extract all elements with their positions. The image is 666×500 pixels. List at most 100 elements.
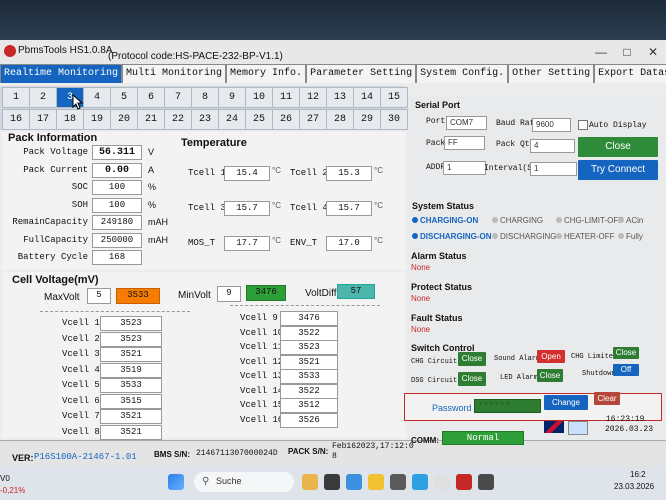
pack-select[interactable]: FF [444, 136, 485, 150]
pack-qty-select[interactable]: 4 [530, 139, 575, 153]
pack-row-value: 100 [92, 180, 142, 195]
cell-number-4[interactable]: 4 [83, 87, 111, 108]
cell-number-12[interactable]: 12 [299, 87, 327, 108]
cell-number-7[interactable]: 7 [164, 87, 192, 108]
monitor-bezel [0, 0, 666, 40]
system-status-header: System Status [412, 201, 475, 211]
maximize-icon[interactable]: □ [614, 40, 640, 64]
app-icon[interactable] [478, 474, 494, 490]
chg-circuit-button[interactable]: Close [458, 352, 486, 366]
min-volt-value: 3476 [246, 285, 286, 301]
start-icon[interactable] [168, 474, 184, 490]
temp-label: MOS_T [188, 238, 216, 248]
temp-value: 15.3 [326, 166, 372, 181]
protect-status-value: None [411, 294, 431, 303]
cell-number-2[interactable]: 2 [29, 87, 57, 108]
close-icon[interactable]: ✕ [640, 40, 666, 64]
pack-row-label: Pack Current [23, 164, 88, 175]
led-alarm-label: LED Alarm [500, 374, 538, 382]
auto-display-checkbox[interactable] [578, 120, 588, 130]
cell-number-5[interactable]: 5 [110, 87, 138, 108]
cell-number-22[interactable]: 22 [164, 109, 192, 130]
cell-number-29[interactable]: 29 [353, 109, 381, 130]
alarm-status-header: Alarm Status [411, 251, 467, 261]
vcell-label: Vcell 14 [240, 385, 284, 396]
cell-number-11[interactable]: 11 [272, 87, 300, 108]
cell-number-26[interactable]: 26 [272, 109, 300, 130]
clear-password-button[interactable]: Clear [594, 392, 620, 405]
pack-row-label: Battery Cycle [17, 252, 88, 262]
cell-number-19[interactable]: 19 [83, 109, 111, 130]
temp-value: 15.7 [326, 201, 372, 216]
shutdown-button[interactable]: Off [613, 364, 639, 376]
cell-number-6[interactable]: 6 [137, 87, 165, 108]
tab-bar: Realtime Monitoring Multi Monitoring Memor… [0, 64, 666, 84]
tab-other-setting[interactable]: Other Setting [508, 64, 595, 83]
cell-number-25[interactable]: 25 [245, 109, 273, 130]
tab-export-datas[interactable]: Export Datas [594, 64, 666, 83]
temp-value: 15.4 [224, 166, 270, 181]
cell-number-9[interactable]: 9 [218, 87, 246, 108]
cell-number-16[interactable]: 16 [2, 109, 30, 130]
chg-limiter-button[interactable]: Close [613, 347, 639, 359]
pack-row-label: SOC [71, 182, 88, 192]
pack-row-value: 168 [92, 250, 142, 265]
led-alarm-button[interactable]: Close [537, 369, 563, 382]
pbmstools-taskbar-icon[interactable] [456, 474, 472, 490]
pack-label: Pack [426, 139, 446, 148]
clock-time: 16:2 [630, 470, 646, 479]
cell-number-1[interactable]: 1 [2, 87, 30, 108]
minimize-icon[interactable]: — [588, 40, 614, 64]
cell-number-27[interactable]: 27 [299, 109, 327, 130]
cell-number-28[interactable]: 28 [326, 109, 354, 130]
browser-icon[interactable] [412, 474, 428, 490]
tab-memory-info-[interactable]: Memory Info. [226, 64, 307, 83]
cell-number-24[interactable]: 24 [218, 109, 246, 130]
cell-number-20[interactable]: 20 [110, 109, 138, 130]
addr-input[interactable]: 1 [443, 161, 486, 175]
port-select[interactable]: COM7 [446, 116, 487, 130]
tab-realtime-monitoring[interactable]: Realtime Monitoring [0, 64, 123, 83]
status-fully: Fully [618, 232, 643, 241]
english-flag-icon[interactable] [544, 421, 564, 433]
password-input[interactable]: ****** [474, 399, 541, 413]
language-flag-icon[interactable] [568, 421, 588, 435]
interval-select[interactable]: 1 [530, 162, 577, 176]
search-text: Suche [216, 476, 242, 486]
app-icon[interactable] [434, 474, 450, 490]
cell-number-17[interactable]: 17 [29, 109, 57, 130]
task-view-icon[interactable] [324, 474, 340, 490]
cell-number-23[interactable]: 23 [191, 109, 219, 130]
cell-number-18[interactable]: 18 [56, 109, 84, 130]
edge-icon[interactable] [346, 474, 362, 490]
try-connect-button[interactable]: Try Connect [578, 160, 658, 180]
close-port-button[interactable]: Close [578, 137, 658, 157]
file-explorer-icon[interactable] [368, 474, 384, 490]
mouse-cursor-icon [72, 94, 84, 110]
sound-alarm-button[interactable]: Open [537, 350, 565, 363]
dsg-circuit-button[interactable]: Close [458, 372, 486, 386]
status-acin: ACin [618, 216, 643, 225]
cell-number-21[interactable]: 21 [137, 109, 165, 130]
cell-number-14[interactable]: 14 [353, 87, 381, 108]
cell-number-10[interactable]: 10 [245, 87, 273, 108]
thermometer-icon: °C [272, 166, 281, 175]
vcell-value: 3523 [280, 340, 338, 355]
widgets-icon[interactable] [302, 474, 318, 490]
tab-multi-monitoring[interactable]: Multi Monitoring [122, 64, 227, 83]
store-icon[interactable] [390, 474, 406, 490]
taskbar-search[interactable]: ⚲ Suche [194, 472, 294, 492]
tab-system-config-[interactable]: System Config. [416, 64, 509, 83]
status-text: HEATER-OFF [564, 232, 615, 241]
ver-value: P16S100A-21467-1.01 [34, 452, 137, 462]
cell-number-13[interactable]: 13 [326, 87, 354, 108]
change-password-button[interactable]: Change [544, 395, 588, 410]
ver-label: VER: [12, 453, 34, 463]
cell-number-30[interactable]: 30 [380, 109, 408, 130]
sound-alarm-label: Sound Alarm [494, 355, 541, 363]
cell-number-15[interactable]: 15 [380, 87, 408, 108]
cell-number-8[interactable]: 8 [191, 87, 219, 108]
status-chg-limit-off: CHG-LIMIT-OFF [556, 216, 623, 225]
tab-parameter-setting[interactable]: Parameter Setting [306, 64, 417, 83]
baud-select[interactable]: 9600 [532, 118, 571, 132]
